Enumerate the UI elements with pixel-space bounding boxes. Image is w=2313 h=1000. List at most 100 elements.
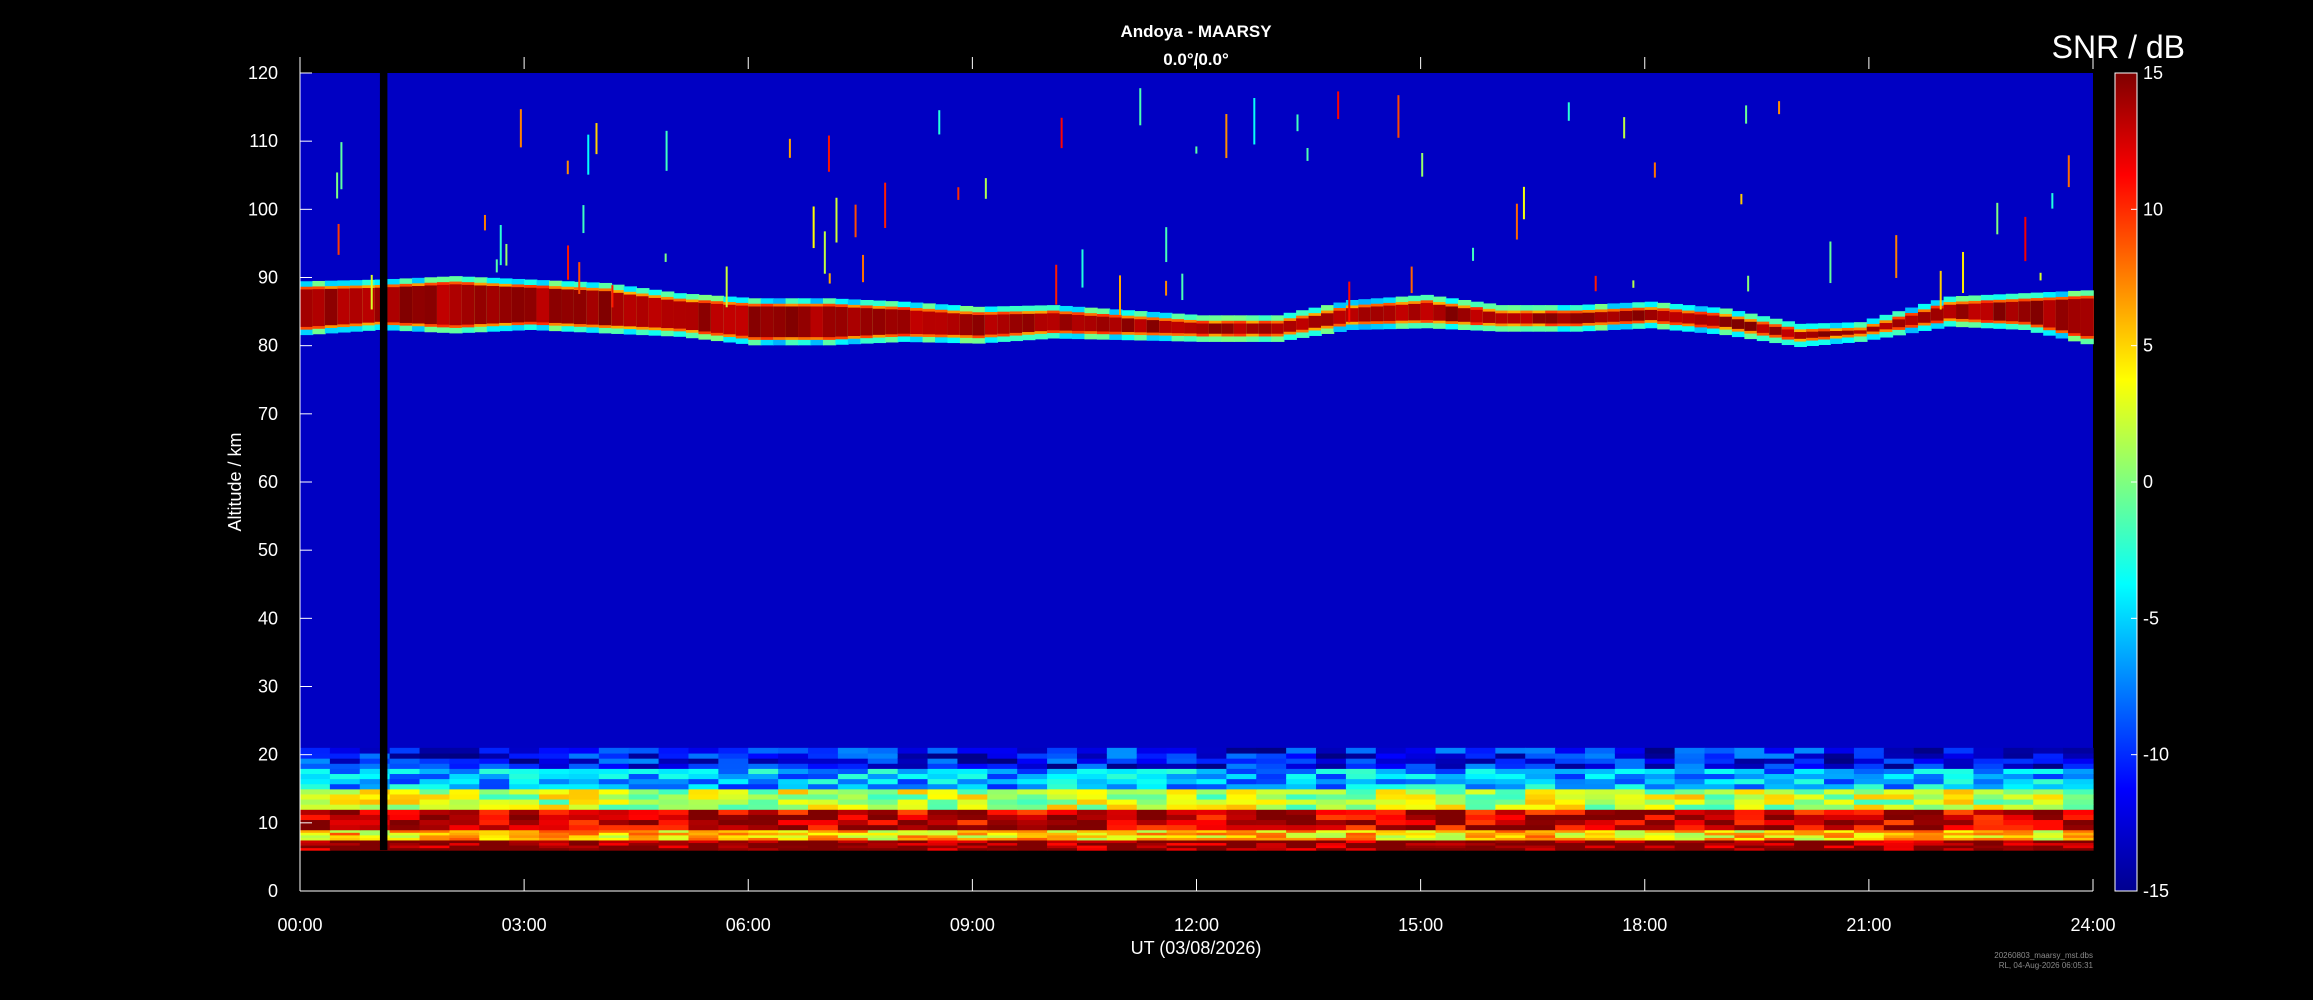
lower-echo-cell [1913,763,1945,769]
pmse-core [1345,308,1360,322]
lower-echo-cell [867,763,899,769]
pmse-core [1096,316,1111,332]
lower-echo-cell [1375,773,1407,780]
lower-echo-cell [1286,793,1317,800]
lower-echo-cell [1196,747,1227,754]
lower-echo-cell [1764,798,1795,805]
pmse-core [1009,314,1023,333]
lower-echo-cell [1973,747,2004,754]
lower-echo-cell [1226,752,1257,759]
lower-echo-cell [1047,758,1078,764]
lower-echo-cell [867,819,899,826]
lower-echo-cell [1375,798,1407,805]
lower-echo-cell [598,793,630,800]
lower-echo-cell [2063,788,2094,795]
lower-echo-cell [867,778,899,785]
lower-echo-cell [867,773,899,780]
footer-filename: 20260803_maarsy_mst.dbs [1994,951,2093,960]
pmse-core [710,303,725,333]
lower-echo-cell [718,814,749,821]
lower-echo-cell [1644,747,1676,754]
lower-echo-cell [628,747,660,754]
lower-echo-cell [1435,814,1467,821]
lower-echo-cell [389,804,421,810]
lower-echo-cell [1764,747,1795,754]
lower-echo-cell [2033,809,2064,815]
lower-echo-cell [449,773,480,780]
lower-echo-cell [1047,768,1078,775]
pmse-core [1134,319,1148,333]
pmse-core [1084,315,1098,332]
pmse-core [1482,311,1497,323]
pmse-core [922,311,936,335]
lower-echo-cell [1136,752,1168,759]
lower-echo-cell [1614,768,1646,775]
lower-echo-cell [1495,814,1526,821]
lower-echo-cell [1286,768,1317,775]
pmse-core [2043,300,2057,328]
lower-echo-cell [419,778,451,785]
lower-echo-cell [1555,814,1586,821]
lower-echo-cell [688,773,719,780]
lower-echo-cell [1345,793,1377,800]
lower-echo-cell [1794,819,1825,826]
lower-echo-cell [748,747,779,754]
pmse-core [1943,304,1957,319]
lower-echo-cell [1166,752,1198,759]
meteor-streak [828,273,831,284]
lower-echo-cell [1136,793,1168,800]
lower-echo-cell [808,758,839,764]
lower-echo-cell [2033,773,2064,780]
lower-echo-cell [1136,763,1168,769]
lower-echo-cell [1316,788,1347,795]
lower-echo-cell [389,752,421,759]
lower-echo-cell [1555,758,1586,764]
lower-echo-cell [1076,783,1108,790]
lower-echo-cell [1435,819,1467,826]
lower-echo-cell [778,773,809,780]
lower-echo-cell [449,798,480,805]
lower-echo-cell [748,809,779,815]
lower-echo-cell [300,752,331,759]
pmse-core [349,288,364,324]
lower-echo-cell [1196,788,1227,795]
lower-echo-cell [1047,788,1078,795]
pmse-core [1930,308,1945,321]
lower-echo-cell [1644,783,1676,790]
pmse-core [1669,312,1683,323]
lower-echo-cell [1375,747,1407,754]
lower-echo-cell [1584,788,1616,795]
lower-echo-cell [1495,773,1526,780]
meteor-streak [2039,272,2042,281]
lower-echo-cell [1345,783,1377,790]
meteor-streak [582,205,585,234]
lower-echo-cell [1495,824,1526,831]
lower-echo-cell [748,793,779,800]
heatmap-background [300,73,2093,851]
lower-echo-cell [1017,752,1048,759]
lower-echo-cell [1883,752,1915,759]
lower-echo-cell [568,758,600,764]
lower-echo-cell [1764,773,1795,780]
lower-echo-cell [1106,824,1138,831]
meteor-streak [1081,249,1084,288]
lower-echo-cell [628,819,660,826]
colorbar-tick-label: 15 [2143,63,2163,83]
pmse-core [860,308,874,336]
lower-echo-cell [837,804,869,810]
lower-echo-cell [1525,793,1556,800]
lower-echo-cell [1226,804,1257,810]
lower-echo-cell [1076,804,1108,810]
lower-echo-cell [808,778,839,785]
lower-echo-cell [2033,793,2064,800]
lower-echo-cell [1644,778,1676,785]
pmse-core [486,286,501,324]
lower-echo-cell [1824,788,1855,795]
lower-echo-cell [1824,798,1855,805]
lower-echo-cell [897,788,929,795]
lower-echo-cell [300,824,331,831]
pmse-core [1694,314,1708,325]
lower-echo-cell [1226,773,1257,780]
lower-echo-cell [419,814,451,821]
lower-echo-cell [1316,763,1347,769]
